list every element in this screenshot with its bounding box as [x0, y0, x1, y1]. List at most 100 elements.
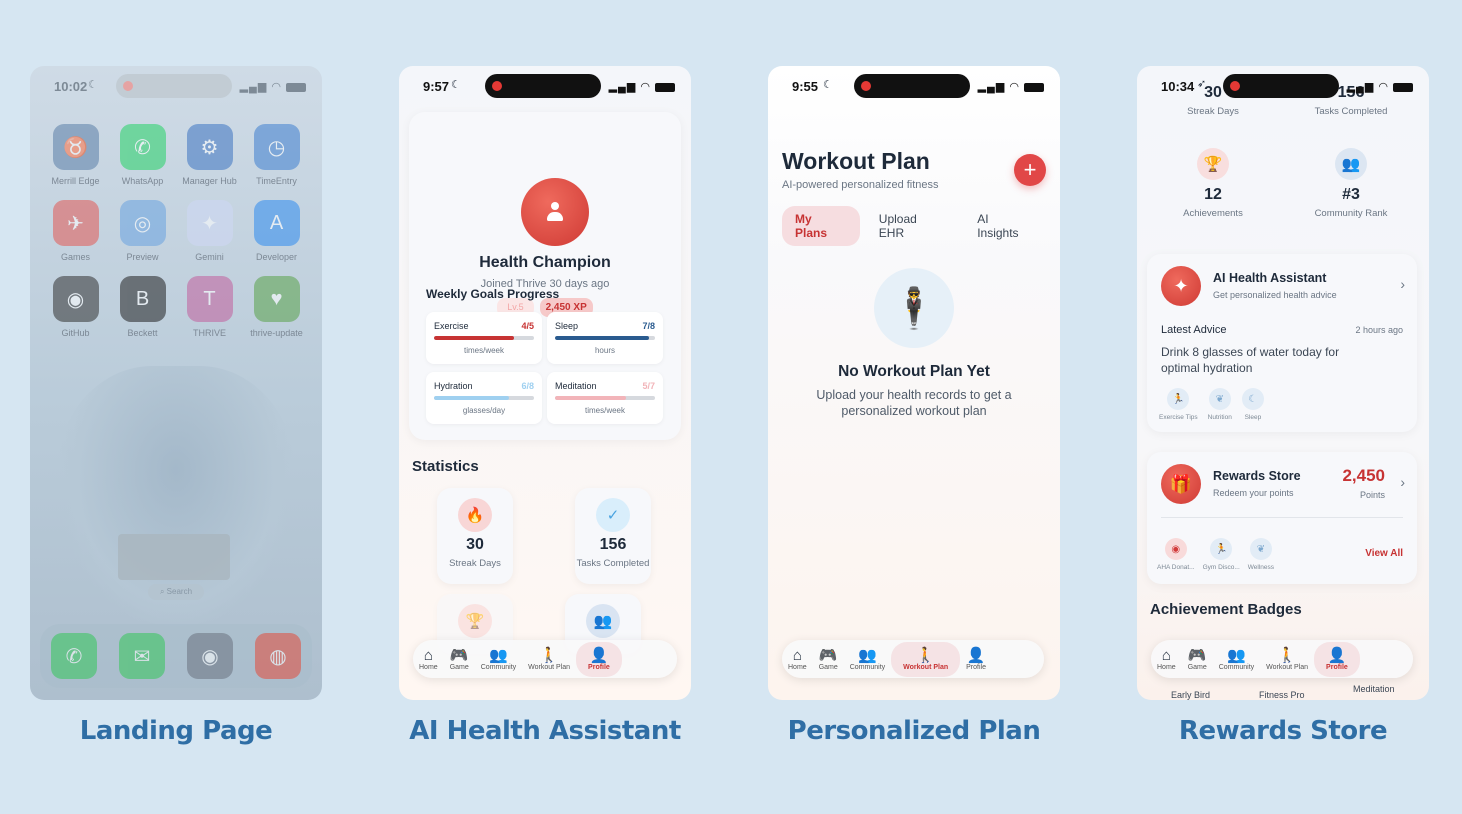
- page-subtitle: AI-powered personalized fitness: [782, 179, 939, 191]
- app-icon-10[interactable]: T THRIVE: [176, 276, 243, 338]
- app-icon-2[interactable]: ⚙ Manager Hub: [176, 124, 243, 186]
- add-plan-button[interactable]: +: [1014, 154, 1046, 186]
- profile-icon: 👤: [1327, 646, 1347, 664]
- tab-community[interactable]: 👥 Community: [844, 646, 891, 671]
- community-icon: 👥: [489, 646, 508, 664]
- app-glyph-icon: ⚙: [186, 124, 233, 170]
- messages-icon[interactable]: ✉: [119, 633, 165, 679]
- tab-home[interactable]: ⌂ Home: [1151, 646, 1182, 671]
- home-icon: ⌂: [1161, 646, 1171, 664]
- moon-icon: ☾: [823, 79, 833, 91]
- statistics-title: Statistics: [412, 458, 479, 475]
- search-icon: ⌕: [159, 587, 165, 596]
- tab-workout-plan[interactable]: 🚶 Workout Plan: [891, 641, 961, 677]
- leaf-icon: ❦: [1249, 538, 1272, 560]
- chrome-icon[interactable]: ◍: [255, 633, 301, 679]
- chip-exercise-tips[interactable]: 🏃 Exercise Tips: [1159, 388, 1198, 421]
- tab-workout-plan[interactable]: 🚶 Workout Plan: [522, 647, 576, 671]
- tab-upload-ehr[interactable]: Upload EHR: [866, 206, 958, 246]
- landing-phone: 10:02 ☾ ▂▄▆ ◠ ♉ Merrill Edge ✆ WhatsApp ⚙ Man…: [30, 66, 322, 700]
- tab-home[interactable]: ⌂ Home: [782, 647, 813, 671]
- stat-streak: 🔥 30 Streak Days: [437, 488, 513, 584]
- rewards-card[interactable]: 🎁 Rewards Store Redeem your points 2,450…: [1147, 452, 1417, 584]
- tab-game[interactable]: 🎮 Game: [813, 646, 844, 671]
- goal-meditation[interactable]: Meditation 5/7 times/week: [547, 372, 663, 424]
- rewards-phone: 30 Streak Days 156 Tasks Completed 10:34…: [1137, 66, 1429, 700]
- app-icon-9[interactable]: B Beckett: [109, 276, 176, 338]
- clock: 9:55: [792, 79, 819, 94]
- signal-wifi-battery-icons: ▂▄▆ ◠: [240, 80, 306, 93]
- goal-exercise[interactable]: Exercise 4/5 times/week: [426, 312, 542, 364]
- chip-nutrition[interactable]: ❦ Nutrition: [1208, 388, 1232, 421]
- camera-icon[interactable]: ◉: [187, 633, 233, 679]
- goal-hydration[interactable]: Hydration 6/8 glasses/day: [426, 372, 542, 424]
- view-all-link[interactable]: View All: [1365, 548, 1403, 559]
- chip-wellness[interactable]: ❦ Wellness: [1248, 538, 1274, 571]
- tab-ai-insights[interactable]: AI Insights: [964, 206, 1046, 246]
- assistant-phone: 9:57 ☾ ▂▄▆ ◠ Health Champion Joined Thri…: [399, 66, 691, 700]
- app-icon-11[interactable]: ♥ thrive-update: [243, 276, 310, 338]
- workout-plan-icon: 🚶: [1277, 646, 1297, 664]
- app-icon-8[interactable]: ◉ GitHub: [42, 276, 109, 338]
- app-glyph-icon: ◷: [253, 124, 300, 170]
- tab-game[interactable]: 🎮 Game: [1182, 646, 1213, 671]
- app-glyph-icon: T: [186, 276, 233, 322]
- profile-icon: 👤: [589, 646, 609, 664]
- divider: [1161, 517, 1403, 518]
- app-icon-5[interactable]: ◎ Preview: [109, 200, 176, 262]
- badge-early-bird: Early Bird: [1171, 690, 1211, 700]
- tab-home[interactable]: ⌂ Home: [413, 647, 444, 671]
- tab-community[interactable]: 👥 Community: [475, 646, 522, 671]
- app-icon-0[interactable]: ♉ Merrill Edge: [42, 124, 109, 186]
- goals-title: Weekly Goals Progress: [426, 287, 560, 301]
- caption-assistant: AI Health Assistant: [409, 716, 681, 746]
- community-icon: 👥: [586, 604, 620, 638]
- empty-title: No Workout Plan Yet: [838, 363, 990, 380]
- store-title: Rewards Store: [1213, 469, 1301, 483]
- points-value: 2,450: [1342, 466, 1385, 485]
- app-glyph-icon: ◉: [52, 276, 99, 322]
- game-icon: 🎮: [818, 646, 838, 664]
- tab-profile[interactable]: 👤 Profile: [1314, 641, 1360, 677]
- app-icon-6[interactable]: ✦ Gemini: [176, 200, 243, 262]
- chip-gym-discount[interactable]: 🏃 Gym Disco...: [1203, 538, 1240, 571]
- leaf-icon: ❦: [1208, 388, 1231, 410]
- dynamic-island: [485, 74, 601, 98]
- tab-profile[interactable]: 👤 Profile: [960, 647, 992, 671]
- page-title: Workout Plan: [782, 148, 930, 174]
- sparkle-icon: ✦: [1161, 266, 1201, 306]
- avatar[interactable]: [521, 178, 589, 246]
- community-icon: 👥: [858, 646, 877, 664]
- tab-game[interactable]: 🎮 Game: [444, 647, 475, 671]
- tab-community[interactable]: 👥 Community: [1213, 647, 1260, 671]
- empty-subtitle: Upload your health records to get a pers…: [816, 388, 1012, 418]
- app-glyph-icon: ♥: [253, 276, 300, 322]
- signal-wifi-battery-icons: ▂▄▆ ◠: [1347, 80, 1413, 93]
- tab-bar: ⌂ Home 🎮 Game 👥 Community 🚶 Workout Plan 👤 Profil…: [782, 640, 1044, 678]
- assistant-card[interactable]: ✦ AI Health Assistant Get personalized h…: [1147, 254, 1417, 432]
- moon-icon: ☾: [1241, 388, 1264, 410]
- chip-aha-donation[interactable]: ◉ AHA Donat...: [1157, 538, 1195, 571]
- stat-tasks: ✓ 156 Tasks Completed: [575, 488, 651, 584]
- phone-icon[interactable]: ✆: [51, 633, 97, 679]
- app-icon-1[interactable]: ✆ WhatsApp: [109, 124, 176, 186]
- tab-bar: ⌂ Home 🎮 Game 👥 Community 🚶 Workout Plan 👤 Profil…: [1151, 640, 1413, 678]
- heart-icon: ◉: [1164, 538, 1187, 560]
- app-icon-3[interactable]: ◷ TimeEntry: [243, 124, 310, 186]
- app-icon-7[interactable]: A Developer: [243, 200, 310, 262]
- figure-icon: 🕴: [874, 268, 954, 348]
- signal-wifi-battery-icons: ▂▄▆ ◠: [978, 80, 1044, 93]
- advice-text: Drink 8 glasses of water today for optim…: [1161, 345, 1340, 375]
- tab-profile[interactable]: 👤 Profile: [576, 641, 622, 677]
- clock: 10:02: [54, 79, 88, 94]
- tab-workout-plan[interactable]: 🚶 Workout Plan: [1260, 646, 1314, 671]
- trophy-icon: 🏆: [458, 604, 492, 638]
- goal-sleep[interactable]: Sleep 7/8 hours: [547, 312, 663, 364]
- chip-sleep[interactable]: ☾ Sleep: [1241, 388, 1264, 421]
- dynamic-island: [1223, 74, 1339, 98]
- app-icon-4[interactable]: ✈ Games: [42, 200, 109, 262]
- status-bar: 10:02 ☾ ▂▄▆ ◠: [30, 74, 322, 98]
- search-pill[interactable]: ⌕ Search: [148, 584, 204, 600]
- tab-my-plans[interactable]: My Plans: [782, 206, 860, 246]
- game-icon: 🎮: [1187, 646, 1207, 664]
